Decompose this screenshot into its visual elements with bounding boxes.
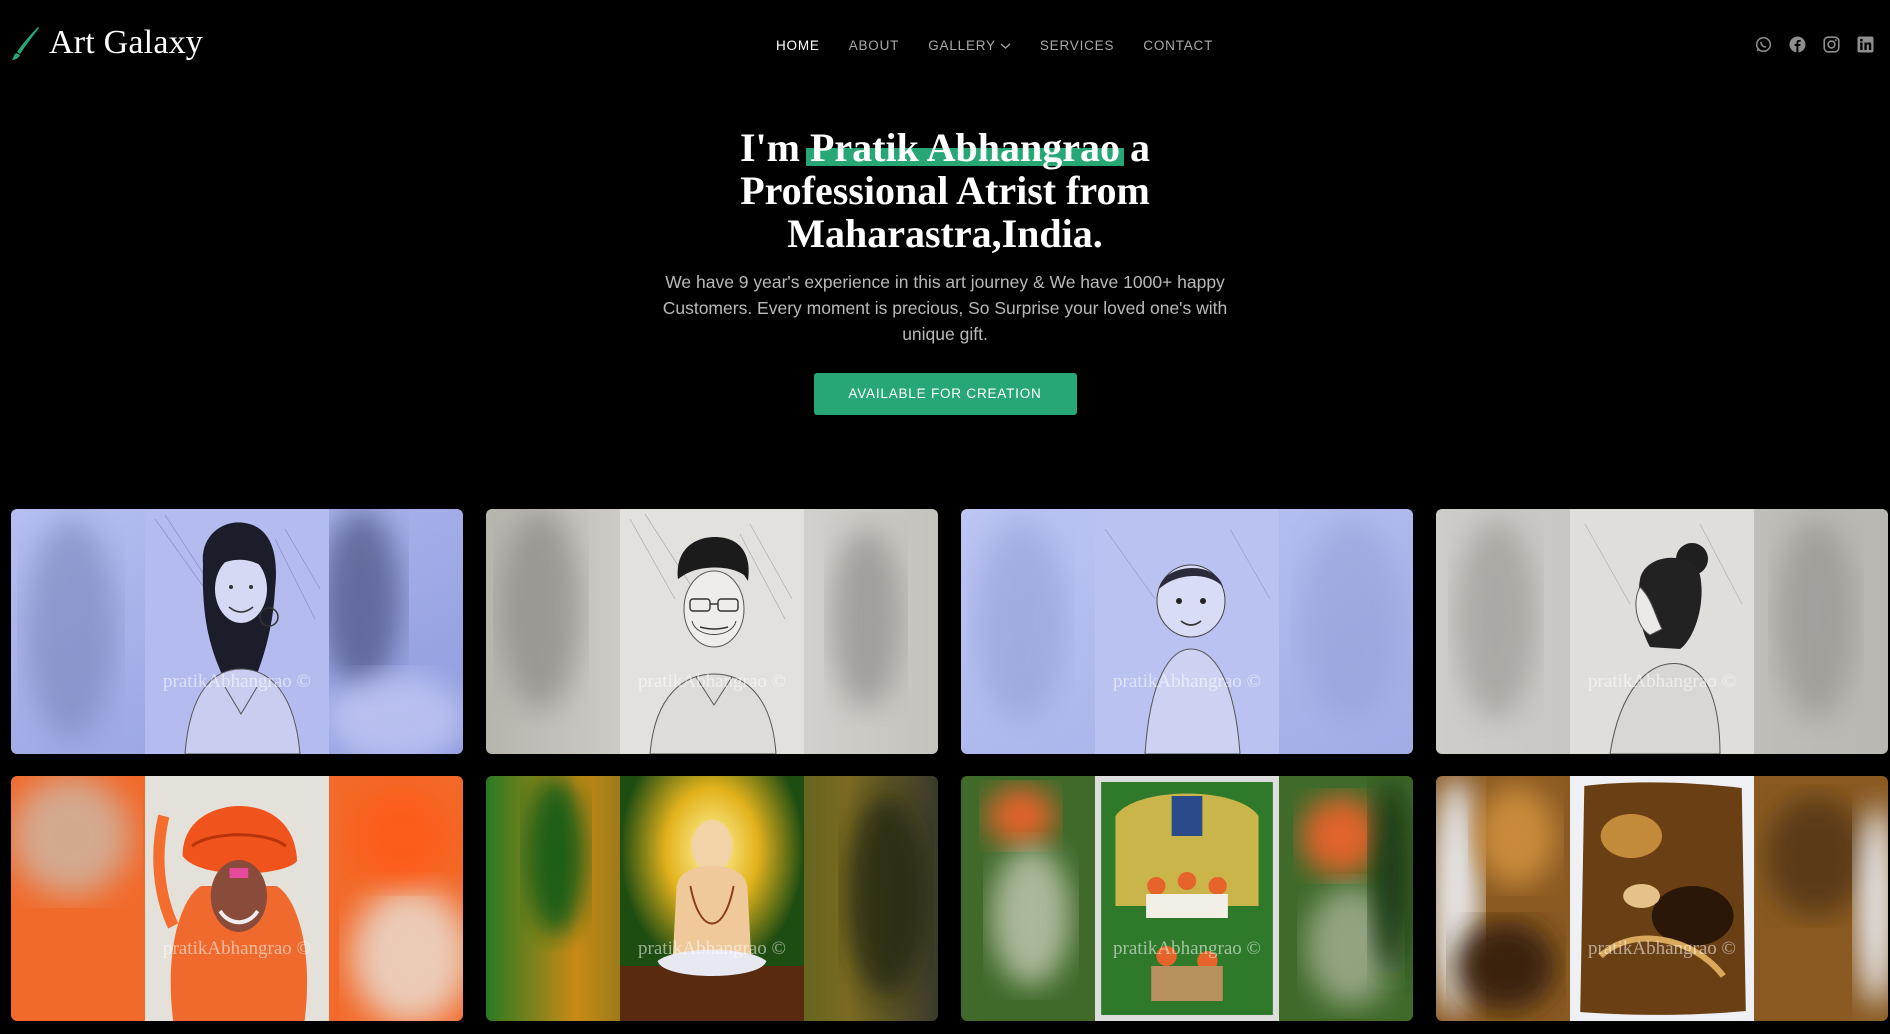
- logo-text: Art Galaxy: [49, 24, 204, 61]
- hero: I'm Pratik Abhangrao a Professional Atri…: [0, 126, 1890, 415]
- logo[interactable]: Art Galaxy: [11, 24, 203, 62]
- painting-image: [1570, 776, 1754, 1021]
- gallery-item[interactable]: pratikAbhangrao ©: [961, 776, 1413, 1021]
- color-portrait-image: [145, 776, 329, 1021]
- whatsapp-icon[interactable]: [1755, 36, 1772, 53]
- gallery-grid: pratikAbhangrao © pratikAbhangrao © prat…: [11, 509, 1888, 1021]
- gallery-item[interactable]: pratikAbhangrao ©: [11, 776, 463, 1021]
- main-nav: HOME ABOUT GALLERY SERVICES CONTACT: [776, 38, 1213, 53]
- watermark: pratikAbhangrao ©: [1588, 938, 1736, 959]
- gallery-item[interactable]: pratikAbhangrao ©: [1436, 776, 1888, 1021]
- watermark: pratikAbhangrao ©: [163, 938, 311, 959]
- hero-title-prefix: I'm: [739, 125, 810, 170]
- pencil-portrait-image: [145, 509, 329, 754]
- watermark: pratikAbhangrao ©: [638, 671, 786, 692]
- brush-icon: [12, 27, 39, 60]
- nav-services[interactable]: SERVICES: [1040, 38, 1114, 53]
- available-for-creation-button[interactable]: AVAILABLE FOR CREATION: [813, 373, 1077, 415]
- watermark: pratikAbhangrao ©: [1113, 671, 1261, 692]
- social-links: [1755, 36, 1874, 53]
- instagram-icon[interactable]: [1823, 36, 1840, 53]
- nav-about[interactable]: ABOUT: [849, 38, 900, 53]
- nav-gallery-label: GALLERY: [928, 38, 996, 53]
- pencil-portrait-image: [1095, 509, 1279, 754]
- nav-contact[interactable]: CONTACT: [1143, 38, 1213, 53]
- watermark: pratikAbhangrao ©: [1588, 671, 1736, 692]
- gallery-item[interactable]: pratikAbhangrao ©: [486, 509, 938, 754]
- gallery-item[interactable]: pratikAbhangrao ©: [11, 509, 463, 754]
- painting-image: [1095, 776, 1279, 1021]
- nav-home[interactable]: HOME: [776, 38, 820, 53]
- site-header: Art Galaxy HOME ABOUT GALLERY SERVICES C…: [0, 0, 1890, 92]
- hero-title: I'm Pratik Abhangrao a Professional Atri…: [685, 126, 1205, 255]
- watermark: pratikAbhangrao ©: [638, 938, 786, 959]
- gallery-item[interactable]: pratikAbhangrao ©: [961, 509, 1413, 754]
- hero-name-highlight: Pratik Abhangrao: [805, 125, 1125, 170]
- gallery-item[interactable]: pratikAbhangrao ©: [486, 776, 938, 1021]
- pencil-portrait-image: [620, 509, 804, 754]
- linkedin-icon[interactable]: [1857, 36, 1874, 53]
- chevron-down-icon: [1000, 43, 1011, 49]
- facebook-icon[interactable]: [1789, 36, 1806, 53]
- watermark: pratikAbhangrao ©: [163, 671, 311, 692]
- watermark: pratikAbhangrao ©: [1113, 938, 1261, 959]
- gallery-item[interactable]: pratikAbhangrao ©: [1436, 509, 1888, 754]
- pencil-portrait-image: [1570, 509, 1754, 754]
- nav-gallery[interactable]: GALLERY: [928, 38, 1011, 53]
- hero-subtitle: We have 9 year's experience in this art …: [662, 272, 1228, 344]
- painting-image: [620, 776, 804, 1021]
